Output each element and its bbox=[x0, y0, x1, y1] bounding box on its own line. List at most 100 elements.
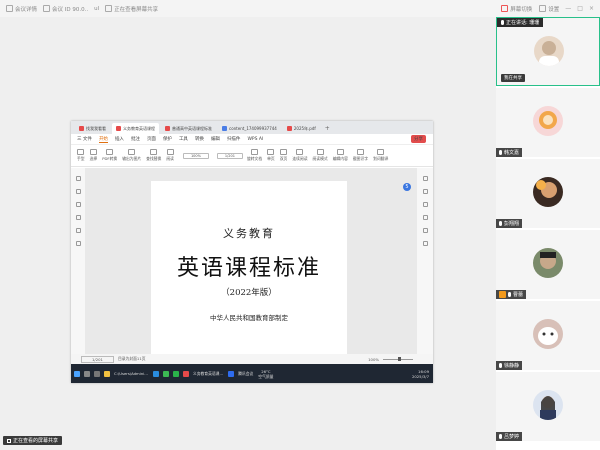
continuous-read-button[interactable]: 连续阅读 bbox=[292, 149, 308, 162]
tab-4[interactable]: 2025年.pdf bbox=[283, 123, 320, 134]
viewing-share-menu[interactable]: 正在查看屏幕共享 bbox=[105, 5, 158, 13]
find-icon bbox=[150, 149, 158, 155]
share-button[interactable]: 分享 bbox=[411, 135, 426, 143]
double-page-button[interactable]: 双页 bbox=[280, 149, 287, 162]
edge-icon[interactable] bbox=[152, 370, 159, 377]
translate-icon bbox=[377, 149, 385, 155]
zoom-slider-handle[interactable] bbox=[398, 357, 401, 361]
windows-start-icon[interactable] bbox=[74, 370, 80, 377]
pdf-icon bbox=[165, 126, 170, 131]
mic-icon bbox=[499, 150, 502, 155]
ocr-icon[interactable] bbox=[422, 228, 428, 233]
screen-icon bbox=[501, 5, 509, 12]
windows-taskbar: C:\Users\Admini... 义务教育英语课... 腾讯会议 26°C 空… bbox=[71, 364, 433, 383]
taskbar-meeting[interactable]: 腾讯会议 bbox=[228, 370, 253, 377]
thumbnail-icon[interactable] bbox=[75, 176, 81, 181]
edit-content-button[interactable]: 编辑内容 bbox=[333, 149, 348, 162]
meeting-id[interactable]: 会议 ID 90.0.. bbox=[43, 5, 88, 13]
participant-tile[interactable]: 曹蕾 bbox=[496, 230, 600, 299]
screen-switch-button[interactable]: 屏幕切换 bbox=[501, 5, 532, 13]
more-icon[interactable] bbox=[422, 241, 428, 246]
taskbar-explorer[interactable]: C:\Users\Admini... bbox=[104, 370, 148, 377]
participant-tile[interactable]: 徐静静 bbox=[496, 301, 600, 370]
menu-home[interactable]: 开始 bbox=[98, 136, 108, 143]
comment-icon[interactable] bbox=[75, 202, 81, 207]
stamp-icon[interactable] bbox=[75, 241, 81, 246]
read-icon bbox=[166, 149, 174, 155]
minimize-button[interactable]: — bbox=[565, 5, 571, 12]
screen-share-icon bbox=[7, 438, 11, 443]
screenshot-ocr-button[interactable]: 截图识字 bbox=[353, 149, 368, 162]
search-icon[interactable] bbox=[422, 176, 428, 181]
new-tab-icon[interactable]: + bbox=[325, 123, 330, 134]
folder-icon bbox=[104, 370, 110, 377]
hand-tool-button[interactable]: 手型 bbox=[77, 149, 85, 162]
participant-tile[interactable]: 彭翔翔 bbox=[496, 159, 600, 228]
tab-2[interactable]: 普通高中英语课程标准 bbox=[161, 123, 216, 134]
maximize-button[interactable]: □ bbox=[577, 5, 583, 12]
menu-wps-ai[interactable]: WPS AI bbox=[247, 137, 263, 142]
find-replace-button[interactable]: 查找替换 bbox=[146, 149, 161, 162]
status-zoom[interactable]: 100% bbox=[368, 357, 379, 362]
participant-nameplate: 彭翔翔 bbox=[496, 219, 523, 228]
translate-button[interactable]: 划词翻译 bbox=[373, 149, 388, 162]
read-mode-button[interactable]: 阅读模式 bbox=[313, 149, 328, 162]
pdf-convert-button[interactable]: PDF转换 bbox=[102, 149, 117, 162]
select-icon[interactable] bbox=[422, 202, 428, 207]
menu-insert[interactable]: 插入 bbox=[115, 136, 124, 142]
avatar bbox=[533, 319, 563, 349]
mic-icon bbox=[508, 292, 511, 297]
read-button[interactable]: 阅读 bbox=[166, 149, 174, 162]
select-tool-button[interactable]: 选择 bbox=[90, 149, 97, 162]
right-sidebar-tools bbox=[417, 168, 433, 354]
status-page[interactable]: 1/201 bbox=[81, 355, 114, 363]
layout-icon[interactable] bbox=[422, 215, 428, 220]
search-icon[interactable] bbox=[84, 370, 90, 377]
close-button[interactable]: × bbox=[589, 5, 594, 12]
tab-1[interactable]: 义务教育英语课程 bbox=[112, 123, 159, 134]
menu-convert[interactable]: 转换 bbox=[195, 136, 204, 142]
meeting-info-button[interactable]: 会议详情 bbox=[6, 5, 37, 13]
tab-3[interactable]: content_174099937744 bbox=[218, 123, 281, 134]
settings-button[interactable]: 设置 bbox=[539, 5, 559, 13]
ribbon-toolbar: 手型 选择 PDF转换 输出为图片 查找替换 阅读 100% 1/201 旋转文… bbox=[71, 145, 433, 167]
participant-nameplate: 吕梦婷 bbox=[496, 432, 523, 441]
chrome-icon[interactable] bbox=[162, 370, 169, 377]
status-bar: 1/201 目录为封面11页 100% bbox=[71, 354, 433, 364]
rotate-button[interactable]: 旋转文档 bbox=[247, 149, 262, 162]
attachment-icon[interactable] bbox=[75, 215, 81, 220]
menu-scan[interactable]: 扫描件 bbox=[227, 136, 241, 142]
participant-tile[interactable]: 吕梦婷 bbox=[496, 372, 600, 441]
participant-nameplate: 徐静静 bbox=[496, 361, 523, 370]
convert-icon bbox=[106, 149, 114, 155]
info-icon bbox=[6, 5, 13, 12]
zoom-slider[interactable] bbox=[383, 357, 413, 361]
menu-edit[interactable]: 编辑 bbox=[211, 136, 220, 142]
app-tab-bar: 找我我看看 义务教育英语课程 普通高中英语课程标准 content_174099… bbox=[71, 121, 433, 134]
task-view-icon[interactable] bbox=[94, 370, 100, 377]
signature-icon[interactable] bbox=[75, 228, 81, 233]
single-page-button[interactable]: 单页 bbox=[267, 149, 275, 162]
menu-comment[interactable]: 批注 bbox=[131, 136, 140, 142]
wechat-icon[interactable] bbox=[172, 370, 179, 377]
menu-tools[interactable]: 工具 bbox=[179, 136, 188, 142]
menu-page[interactable]: 页面 bbox=[147, 136, 156, 142]
participants-panel: 正在讲话: 珊珊 我在共享 韩文嘉 彭翔翔 曹蕾 徐静静 吕梦婷 bbox=[496, 17, 600, 450]
page-badge[interactable]: 5 bbox=[403, 183, 411, 191]
tab-0[interactable]: 找我我看看 bbox=[75, 123, 110, 134]
export-image-button[interactable]: 输出为图片 bbox=[122, 149, 141, 162]
page-input[interactable]: 1/201 bbox=[216, 152, 243, 159]
avatar bbox=[534, 36, 564, 66]
weather-widget[interactable]: 26°C 空气质量 bbox=[258, 369, 273, 379]
participant-tile[interactable]: 韩文嘉 bbox=[496, 88, 600, 157]
zoom-in-icon[interactable] bbox=[422, 189, 428, 194]
menu-file[interactable]: 三 文件 bbox=[77, 136, 92, 142]
avatar-image bbox=[540, 252, 556, 269]
participant-tile-self[interactable]: 正在讲话: 珊珊 我在共享 bbox=[496, 17, 600, 86]
zoom-input[interactable]: 100% bbox=[182, 152, 209, 159]
menu-protect[interactable]: 保护 bbox=[163, 136, 172, 142]
taskbar-clock[interactable]: 16:09 2025/3/7 bbox=[412, 369, 429, 379]
bookmark-icon[interactable] bbox=[75, 189, 81, 194]
taskbar-wps[interactable]: 义务教育英语课... bbox=[182, 370, 223, 377]
hand-icon bbox=[77, 149, 85, 155]
